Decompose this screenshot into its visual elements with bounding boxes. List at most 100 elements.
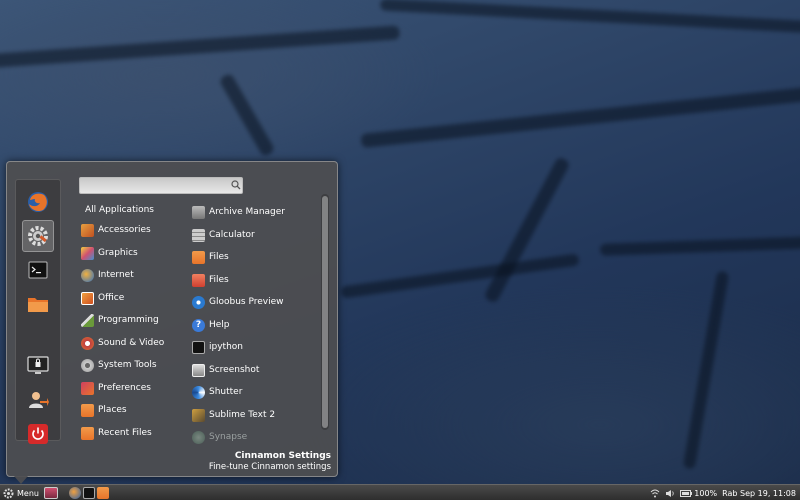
preferences-icon [81, 381, 94, 395]
favorite-terminal[interactable] [22, 254, 54, 286]
wallpaper-seam [340, 253, 580, 299]
wallpaper-seam [599, 236, 800, 256]
panel-launcher-firefox[interactable] [69, 487, 81, 499]
wallpaper-seam [0, 25, 400, 69]
category-label: Accessories [98, 225, 151, 235]
app-screenshot[interactable]: Screenshot [192, 360, 259, 380]
category-all-applications[interactable]: All Applications [85, 200, 154, 220]
shutdown-button[interactable] [22, 418, 54, 450]
app-ipython[interactable]: ipython [192, 337, 243, 357]
system-tray: 100% Rab Sep 19, 11:08 [650, 487, 796, 499]
programming-icon [81, 313, 94, 327]
network-wifi-icon[interactable] [650, 489, 660, 498]
internet-icon [81, 268, 94, 282]
menu-label: Menu [17, 488, 39, 498]
clock[interactable]: Rab Sep 19, 11:08 [722, 489, 796, 498]
app-label: Archive Manager [209, 207, 285, 217]
app-label: Screenshot [209, 365, 260, 375]
category-office[interactable]: Office [81, 288, 124, 308]
lock-screen-icon [27, 356, 49, 374]
bottom-panel: Menu 100% Rab Sep 19, 11:08 [0, 484, 800, 500]
category-label: System Tools [98, 360, 157, 370]
folder-icon [28, 298, 48, 312]
category-label: Recent Files [98, 428, 152, 438]
panel-launcher-terminal[interactable] [83, 487, 95, 499]
wallpaper-seam [483, 156, 571, 304]
files-folder-icon [192, 250, 205, 264]
category-label: Preferences [98, 383, 151, 393]
app-label: Gloobus Preview [209, 297, 284, 307]
search-input[interactable] [79, 177, 243, 194]
category-label: Programming [98, 315, 159, 325]
gloobus-preview-icon [192, 295, 205, 309]
category-programming[interactable]: Programming [81, 310, 159, 330]
app-files-2[interactable]: Files [192, 270, 229, 290]
scrollbar-thumb[interactable] [322, 196, 328, 428]
favorite-cinnamon-settings[interactable] [22, 220, 54, 252]
category-label: All Applications [85, 205, 154, 215]
favorite-firefox[interactable] [22, 186, 54, 218]
search-icon[interactable] [231, 180, 241, 190]
app-help[interactable]: ? Help [192, 315, 230, 335]
app-label: Calculator [209, 230, 255, 240]
shutter-icon [192, 385, 205, 399]
app-sublime-text-2[interactable]: Sublime Text 2 [192, 405, 275, 425]
wallpaper-seam [379, 0, 800, 34]
menu-gear-icon [3, 488, 14, 498]
category-sound-video[interactable]: Sound & Video [81, 333, 164, 353]
settings-gear-icon [28, 226, 48, 246]
app-gloobus-preview[interactable]: Gloobus Preview [192, 292, 284, 312]
app-shutter[interactable]: Shutter [192, 382, 242, 402]
lock-screen-button[interactable] [22, 350, 54, 382]
cinnamon-menu: All Applications Accessories Graphics In… [6, 161, 338, 477]
graphics-icon [81, 246, 94, 260]
wallpaper-seam [218, 72, 276, 158]
app-files-1[interactable]: Files [192, 247, 229, 267]
category-recent-files[interactable]: Recent Files [81, 423, 152, 443]
description-title: Cinnamon Settings [234, 451, 331, 461]
recent-files-folder-icon [81, 426, 94, 440]
help-icon: ? [192, 318, 205, 332]
menu-pointer [14, 476, 28, 484]
synapse-icon [192, 430, 205, 444]
favorites-sidebar [15, 179, 61, 444]
category-label: Office [98, 293, 125, 303]
description-subtitle: Fine-tune Cinnamon settings [208, 462, 331, 472]
wallpaper-seam [682, 270, 730, 470]
logout-button[interactable] [22, 384, 54, 416]
panel-launcher-files[interactable] [97, 487, 109, 499]
show-desktop-button[interactable] [44, 487, 58, 499]
volume-icon[interactable] [665, 489, 675, 498]
battery-percent: 100% [694, 488, 718, 498]
favorite-files[interactable] [22, 288, 54, 320]
category-places[interactable]: Places [81, 400, 127, 420]
battery-icon [680, 489, 693, 497]
screenshot-icon [192, 363, 205, 377]
app-label: Files [209, 275, 229, 285]
power-icon [28, 424, 48, 444]
battery-indicator[interactable]: 100% [680, 489, 717, 498]
wallpaper-seam [360, 85, 800, 149]
app-archive-manager[interactable]: Archive Manager [192, 202, 285, 222]
archive-manager-icon [192, 205, 205, 219]
terminal-icon [28, 261, 48, 279]
category-label: Internet [98, 270, 134, 280]
app-label: Shutter [209, 387, 243, 397]
category-system-tools[interactable]: System Tools [81, 355, 157, 375]
places-folder-icon [81, 403, 94, 417]
sublime-text-icon [192, 408, 205, 422]
category-preferences[interactable]: Preferences [81, 378, 151, 398]
category-internet[interactable]: Internet [81, 265, 134, 285]
files-folder-red-icon [192, 273, 205, 287]
user-logout-icon [29, 392, 49, 408]
apps-scrollbar[interactable] [321, 194, 329, 430]
category-accessories[interactable]: Accessories [81, 220, 151, 240]
app-label: Sublime Text 2 [209, 410, 276, 420]
accessories-icon [81, 223, 94, 237]
office-icon [81, 291, 94, 305]
category-graphics[interactable]: Graphics [81, 243, 138, 263]
menu-button[interactable]: Menu [3, 487, 39, 499]
app-synapse[interactable]: Synapse [192, 427, 247, 447]
calculator-icon [192, 228, 205, 242]
app-calculator[interactable]: Calculator [192, 225, 255, 245]
